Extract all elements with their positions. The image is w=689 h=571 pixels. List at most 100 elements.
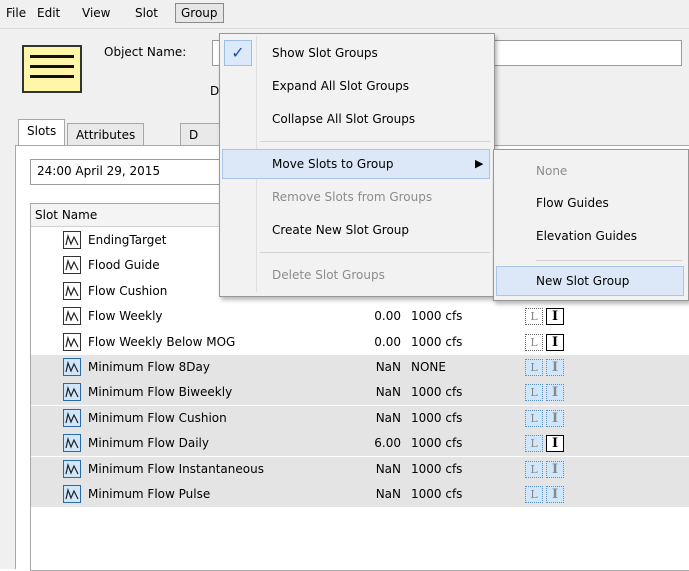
menu-item-expand-all[interactable]: Expand All Slot Groups	[222, 71, 490, 101]
slot-value: 0.00	[374, 334, 401, 349]
submenu-item-label: Elevation Guides	[536, 229, 638, 243]
menu-item-label: Create New Slot Group	[272, 223, 410, 237]
slot-unit: 1000 cfs	[411, 309, 463, 324]
object-table-icon	[22, 45, 82, 93]
flow-series-icon	[63, 231, 81, 249]
menu-item-collapse-all[interactable]: Collapse All Slot Groups	[222, 104, 490, 134]
slot-name: Flow Cushion	[88, 283, 168, 298]
submenu-item-label: Flow Guides	[536, 196, 609, 210]
menu-group[interactable]: Group	[175, 3, 224, 23]
slot-value: NaN	[375, 410, 401, 425]
submenu-item-label: None	[536, 164, 568, 178]
tab-d[interactable]: D	[180, 123, 220, 145]
submenu-item-label: New Slot Group	[536, 274, 630, 288]
menu-slot[interactable]: Slot	[135, 6, 158, 20]
dotted-flag-icon[interactable]: L	[525, 384, 543, 402]
checkmark-icon: ✓	[224, 40, 252, 66]
menu-file[interactable]: File	[6, 6, 26, 20]
flow-series-icon	[63, 256, 81, 275]
flow-series-icon	[63, 485, 81, 503]
flow-series-icon	[63, 281, 81, 300]
submenu-separator	[536, 260, 682, 261]
menu-item-label: Expand All Slot Groups	[272, 79, 409, 93]
submenu-item-none[interactable]: None	[496, 156, 684, 186]
submenu-item-new-slot-group[interactable]: New Slot Group	[496, 266, 684, 296]
menu-item-delete-groups[interactable]: Delete Slot Groups	[222, 260, 490, 290]
slot-name: Minimum Flow Biweekly	[88, 385, 233, 400]
flow-series-icon	[63, 434, 81, 453]
table-row[interactable]: Minimum Flow 8Day NaN NONE L I	[31, 355, 689, 380]
table-row[interactable]: Flow Weekly 0.00 1000 cfs L I	[31, 304, 689, 329]
tab-slots[interactable]: Slots	[18, 119, 66, 146]
slot-unit: 1000 cfs	[411, 334, 463, 349]
table-row[interactable]: Minimum Flow Biweekly NaN 1000 cfs L I	[31, 380, 689, 406]
table-row[interactable]: Minimum Flow Pulse NaN 1000 cfs L I	[31, 482, 689, 507]
dotted-flag-icon[interactable]: L	[525, 308, 543, 326]
menu-item-label: Delete Slot Groups	[272, 268, 385, 282]
partial-label: D	[210, 84, 220, 98]
slot-unit: 1000 cfs	[411, 436, 463, 451]
submenu-item-elevation-guides[interactable]: Elevation Guides	[496, 221, 684, 251]
slot-unit: 1000 cfs	[411, 385, 463, 400]
slot-value: NaN	[375, 461, 401, 476]
dotted-flag-icon[interactable]: L	[525, 460, 543, 478]
input-flag-icon[interactable]: I	[546, 486, 564, 503]
table-row[interactable]: Minimum Flow Cushion NaN 1000 cfs L I	[31, 405, 689, 431]
slot-unit: 1000 cfs	[411, 410, 463, 425]
table-row[interactable]: Minimum Flow Instantaneous NaN 1000 cfs L I	[31, 456, 689, 482]
slot-name: Minimum Flow Pulse	[88, 487, 211, 501]
dotted-flag-icon[interactable]: L	[525, 333, 543, 351]
slot-name: Minimum Flow 8Day	[88, 360, 210, 374]
menu-item-label: Show Slot Groups	[272, 46, 378, 60]
flow-series-icon	[63, 459, 81, 478]
slot-name: Minimum Flow Daily	[88, 436, 209, 451]
column-header-slot-name[interactable]: Slot Name	[35, 208, 97, 222]
input-flag-icon[interactable]: I	[546, 460, 564, 478]
input-flag-icon[interactable]: I	[546, 409, 564, 427]
dotted-flag-icon[interactable]: L	[525, 409, 543, 427]
slot-name: EndingTarget	[88, 233, 167, 247]
menu-edit[interactable]: Edit	[37, 6, 60, 20]
menu-item-remove-slots[interactable]: Remove Slots from Groups	[222, 182, 490, 212]
menu-item-create-new-group[interactable]: Create New Slot Group	[222, 215, 490, 245]
menu-view[interactable]: View	[82, 6, 110, 20]
menu-item-move-slots-to-group[interactable]: Move Slots to Group ▶	[222, 149, 490, 179]
input-flag-icon[interactable]: I	[546, 308, 564, 326]
slot-unit: NONE	[411, 360, 446, 374]
flow-series-icon	[63, 358, 81, 376]
menu-item-show-slot-groups[interactable]: ✓ Show Slot Groups	[222, 38, 490, 68]
dotted-flag-icon[interactable]: L	[525, 486, 543, 503]
object-name-label: Object Name:	[104, 45, 187, 59]
input-flag-icon[interactable]: I	[546, 333, 564, 351]
slot-value: NaN	[375, 385, 401, 400]
flow-series-icon	[63, 383, 81, 402]
menu-item-label: Remove Slots from Groups	[272, 190, 433, 204]
slot-name: Flow Weekly	[88, 309, 163, 324]
table-row[interactable]: Flow Weekly Below MOG 0.00 1000 cfs L I	[31, 330, 689, 355]
slot-name: Minimum Flow Cushion	[88, 410, 227, 425]
menu-item-label: Move Slots to Group	[272, 157, 394, 171]
dotted-flag-icon[interactable]: L	[525, 359, 543, 376]
tab-attributes[interactable]: Attributes	[67, 123, 145, 145]
menu-separator	[260, 252, 490, 253]
slot-value: NaN	[375, 487, 401, 501]
flow-series-icon	[63, 408, 81, 427]
input-flag-icon[interactable]: I	[546, 384, 564, 402]
submenu-item-flow-guides[interactable]: Flow Guides	[496, 188, 684, 218]
flow-series-icon	[63, 307, 81, 326]
slot-name: Flow Weekly Below MOG	[88, 334, 236, 349]
slot-name: Minimum Flow Instantaneous	[88, 461, 264, 476]
input-flag-icon[interactable]: I	[546, 435, 564, 453]
group-menu: ✓ Show Slot Groups Expand All Slot Group…	[219, 33, 495, 297]
table-row[interactable]: Minimum Flow Daily 6.00 1000 cfs L I	[31, 431, 689, 457]
slot-value: 0.00	[374, 309, 401, 324]
slot-value: 6.00	[374, 436, 401, 451]
input-flag-icon[interactable]: I	[546, 359, 564, 376]
slot-unit: 1000 cfs	[411, 461, 463, 476]
menu-bar: File Edit View Slot Group	[0, 0, 689, 29]
timestep-field[interactable]: 24:00 April 29, 2015	[30, 159, 230, 185]
menu-separator	[260, 141, 490, 142]
submenu-arrow-icon: ▶	[475, 157, 484, 170]
slot-value: NaN	[375, 360, 401, 374]
dotted-flag-icon[interactable]: L	[525, 435, 543, 453]
